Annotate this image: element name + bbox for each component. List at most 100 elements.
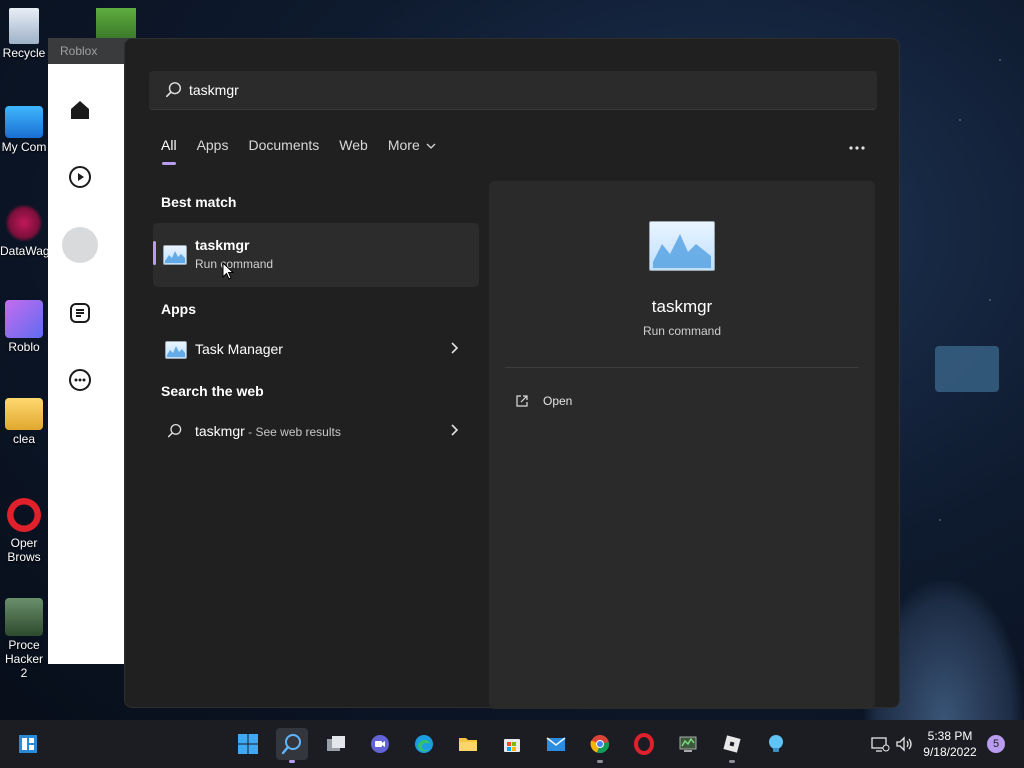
desktop-icon-label: DataWag — [0, 244, 48, 258]
chrome-button[interactable] — [584, 728, 616, 763]
open-external-icon — [516, 395, 528, 407]
desktop-icon-label: Recycle — [2, 46, 46, 60]
search-input[interactable] — [189, 79, 829, 101]
widgets-button[interactable] — [12, 728, 44, 760]
opera-icon — [634, 733, 654, 755]
start-button[interactable] — [232, 728, 264, 760]
task-view-button[interactable] — [320, 728, 352, 760]
tips-icon — [769, 735, 783, 752]
preview-title: taskmgr — [651, 297, 713, 316]
folder-icon — [5, 398, 43, 430]
roblox-avatar[interactable] — [62, 227, 98, 263]
monitor-icon — [5, 106, 43, 138]
roblox-home-button[interactable] — [64, 94, 96, 126]
app-result-task-manager[interactable]: Task Manager — [153, 331, 479, 367]
desktop-icon-label: Roblo — [8, 340, 40, 354]
chevron-right-icon[interactable] — [447, 341, 461, 355]
task-view-icon — [327, 736, 345, 751]
teams-chat-button[interactable] — [364, 728, 396, 760]
search-icon — [281, 734, 301, 755]
roblox-taskbar-button[interactable] — [716, 728, 748, 763]
selection-indicator — [153, 241, 156, 265]
chat-icon — [70, 303, 90, 323]
notification-badge[interactable]: 5 — [987, 735, 1005, 753]
web-result-suffix: - See web results — [244, 425, 341, 439]
edge-icon — [415, 735, 433, 753]
search-icon — [167, 423, 182, 438]
process-hacker-icon — [5, 598, 43, 636]
minecraft-desktop-icon[interactable] — [96, 8, 136, 38]
volume-icon[interactable] — [894, 734, 914, 754]
clock-date: 9/18/2022 — [923, 745, 977, 759]
more-circle-icon — [69, 369, 91, 391]
file-explorer-icon — [459, 738, 477, 751]
more-options-button[interactable] — [849, 135, 865, 156]
opera-button[interactable] — [628, 728, 660, 760]
store-button[interactable] — [496, 728, 528, 760]
opera-icon — [5, 496, 43, 534]
preview-subtitle: Run command — [642, 324, 722, 338]
tab-documents[interactable]: Documents — [248, 137, 319, 165]
mouse-cursor-icon — [222, 262, 234, 280]
best-match-heading: Best match — [161, 194, 237, 210]
roblox-app-icon — [5, 300, 43, 338]
taskbar-clock[interactable]: 5:38 PM 9/18/2022 — [918, 728, 982, 760]
desktop-icon-opera-browser[interactable]: Oper Brows — [0, 496, 48, 564]
desktop-icon-label: Oper Brows — [7, 536, 41, 564]
running-indicator — [597, 760, 603, 763]
tab-apps[interactable]: Apps — [197, 137, 229, 165]
chevron-right-icon[interactable] — [447, 423, 461, 437]
apps-heading: Apps — [161, 301, 196, 317]
roblox-chat-button[interactable] — [64, 297, 96, 329]
search-panel: All Apps Documents Web More Best match t… — [124, 38, 900, 709]
desktop-icon-label: My Com — [1, 140, 47, 154]
app-result-label: Task Manager — [195, 341, 283, 357]
mail-button[interactable] — [540, 728, 572, 760]
open-action[interactable]: Open — [515, 389, 572, 413]
edge-button[interactable] — [408, 728, 440, 760]
desktop-icon-label: Proce Hacker 2 — [4, 638, 43, 680]
widgets-icon — [19, 735, 37, 753]
desktop-icon-cleaner[interactable]: clea — [0, 398, 48, 446]
home-icon — [71, 101, 89, 119]
roblox-more-button[interactable] — [64, 364, 96, 396]
store-icon — [504, 739, 520, 752]
taskbar: 5:38 PM 9/18/2022 — [0, 720, 1024, 768]
web-result-query: taskmgr — [195, 423, 245, 439]
tab-all[interactable]: All — [161, 137, 177, 165]
process-hacker-button[interactable] — [672, 728, 704, 760]
process-hacker-icon — [679, 736, 697, 752]
desktop-icon-datawag[interactable]: DataWag — [0, 204, 48, 258]
roblox-discover-button[interactable] — [64, 161, 96, 193]
active-indicator — [289, 760, 295, 763]
preview-divider — [505, 367, 859, 368]
chevron-down-icon — [426, 143, 436, 149]
tips-button[interactable] — [760, 728, 792, 760]
result-preview-pane: taskmgr Run command Open — [489, 181, 875, 709]
web-result-label: taskmgr - See web results — [195, 423, 341, 439]
search-icon — [165, 82, 182, 98]
play-circle-icon — [69, 166, 91, 188]
ellipsis-icon — [849, 146, 865, 150]
desktop-icon-process-hacker[interactable]: Proce Hacker 2 — [0, 598, 48, 680]
tab-more-label: More — [387, 137, 420, 153]
tab-more[interactable]: More — [388, 137, 436, 165]
task-manager-icon — [649, 221, 715, 271]
search-box[interactable] — [149, 71, 877, 110]
tab-web[interactable]: Web — [339, 137, 368, 165]
mail-icon — [546, 737, 566, 751]
best-match-subtitle: Run command — [195, 257, 274, 271]
desktop-icon-roblox[interactable]: Roblo — [0, 300, 48, 354]
network-icon[interactable] — [870, 734, 890, 754]
desktop-icon-recycle-bin[interactable]: Recycle — [0, 8, 48, 60]
task-manager-icon — [165, 341, 187, 359]
desktop-icon-my-computer[interactable]: My Com — [0, 106, 48, 154]
best-match-result[interactable]: taskmgr Run command — [153, 223, 479, 287]
taskbar-search-button[interactable] — [276, 728, 308, 763]
best-match-title: taskmgr — [195, 237, 250, 253]
web-result[interactable]: taskmgr - See web results — [153, 413, 479, 449]
open-action-label: Open — [543, 394, 573, 408]
file-explorer-button[interactable] — [452, 728, 484, 760]
desktop-icon-label: clea — [12, 432, 35, 446]
start-icon — [238, 734, 258, 754]
